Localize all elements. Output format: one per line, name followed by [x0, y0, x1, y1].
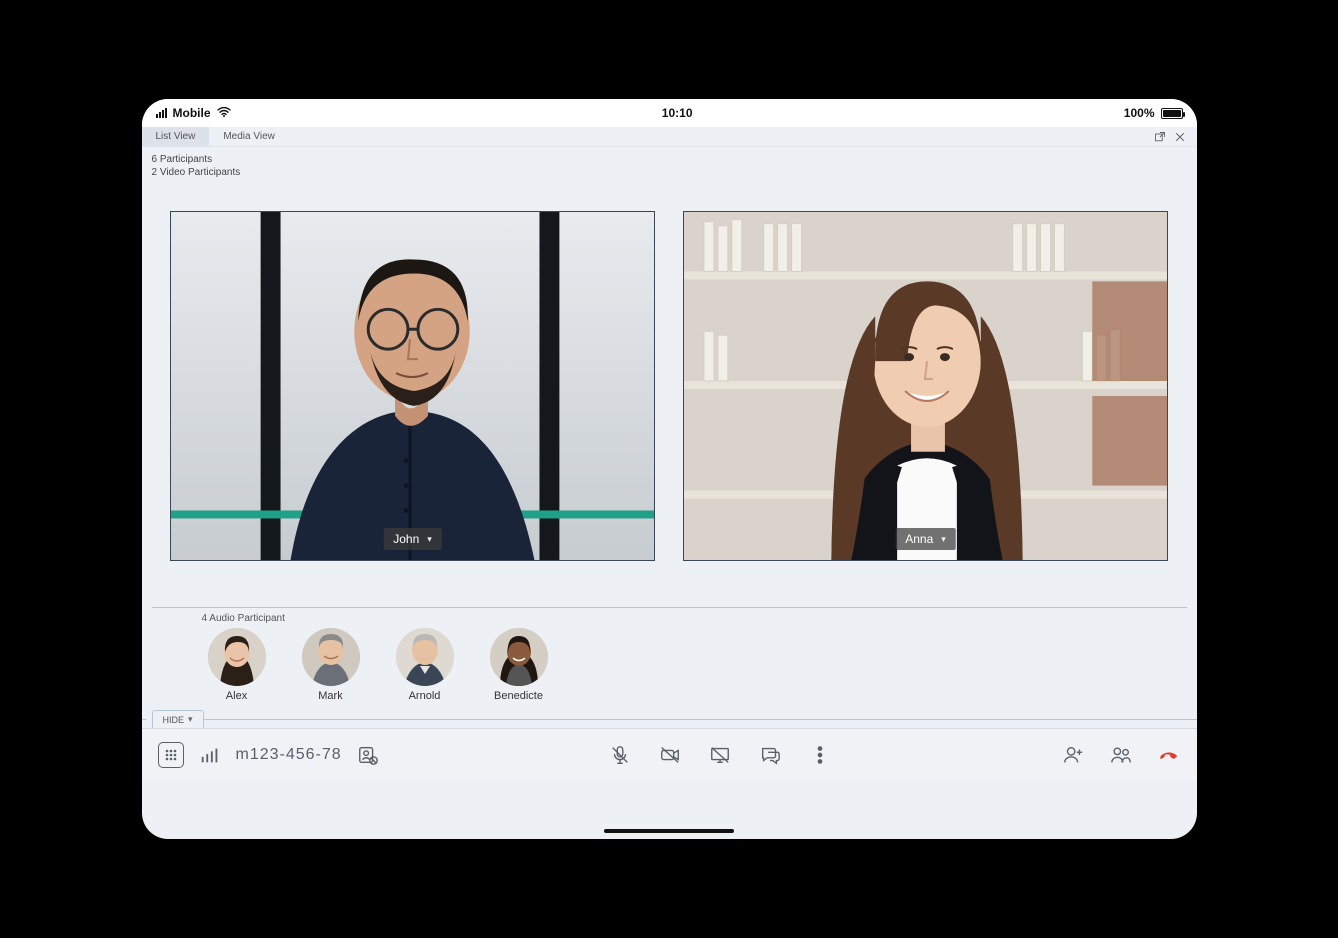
add-participant-icon[interactable]: [1061, 743, 1085, 767]
view-tabs: List View Media View: [142, 127, 1197, 147]
tab-media-view[interactable]: Media View: [209, 127, 289, 146]
audio-participant-alex[interactable]: Alex: [208, 628, 266, 702]
chevron-down-icon: ▾: [941, 534, 946, 545]
audio-participant-name: Arnold: [409, 690, 441, 702]
dialpad-button[interactable]: [158, 742, 184, 768]
hangup-button[interactable]: [1157, 743, 1181, 767]
audio-participant-name: Benedicte: [494, 690, 543, 702]
audio-participant-benedicte[interactable]: Benedicte: [490, 628, 548, 702]
signal-strength-icon: [198, 743, 222, 767]
video-name-label: Anna: [905, 532, 933, 546]
video-name-anna[interactable]: Anna ▾: [895, 528, 956, 550]
battery-percent: 100%: [1124, 106, 1155, 120]
video-name-label: John: [393, 532, 419, 546]
tab-list-view[interactable]: List View: [142, 127, 210, 146]
home-indicator[interactable]: [604, 829, 734, 833]
wifi-icon: [217, 106, 231, 120]
carrier-label: Mobile: [173, 106, 211, 120]
tab-media-view-label: Media View: [223, 131, 275, 142]
avatar: [490, 628, 548, 686]
hide-divider: HIDE ▾: [142, 710, 1197, 728]
dial-number: m123-456-78: [236, 746, 342, 764]
clock: 10:10: [231, 106, 1124, 120]
popout-icon[interactable]: [1153, 130, 1167, 144]
audio-participant-name: Mark: [318, 690, 342, 702]
participants-header: 6 Participants 2 Video Participants: [142, 147, 1197, 183]
hide-toggle-button[interactable]: HIDE ▾: [152, 710, 204, 728]
audio-participant-name: Alex: [226, 690, 247, 702]
audio-participant-mark[interactable]: Mark: [302, 628, 360, 702]
tablet-frame: Mobile 10:10 100% List View Media View: [122, 79, 1217, 859]
participants-icon[interactable]: [1109, 743, 1133, 767]
audio-participants-row: Alex Mark Arnold: [152, 628, 1187, 702]
tab-list-view-label: List View: [156, 131, 196, 142]
mute-mic-icon[interactable]: [608, 743, 632, 767]
screenshare-off-icon[interactable]: [708, 743, 732, 767]
hide-toggle-label: HIDE: [163, 715, 185, 725]
avatar: [396, 628, 454, 686]
chevron-down-icon: ▾: [188, 714, 193, 725]
avatar: [208, 628, 266, 686]
video-tile-anna[interactable]: Anna ▾: [683, 211, 1168, 561]
battery-icon: [1161, 108, 1183, 119]
audio-participants-section: 4 Audio Participant Alex Mark: [152, 607, 1187, 702]
video-participants-count: 2 Video Participants: [152, 166, 1187, 179]
app-screen: Mobile 10:10 100% List View Media View: [142, 99, 1197, 839]
chevron-down-icon: ▾: [427, 534, 432, 545]
contact-card-icon[interactable]: [356, 743, 380, 767]
audio-participant-arnold[interactable]: Arnold: [396, 628, 454, 702]
video-name-john[interactable]: John ▾: [383, 528, 442, 550]
audio-participants-label: 4 Audio Participant: [152, 608, 1187, 628]
signal-icon: [156, 108, 167, 118]
video-tile-john[interactable]: John ▾: [170, 211, 655, 561]
chat-icon[interactable]: [758, 743, 782, 767]
call-toolbar: m123-456-78: [142, 728, 1197, 780]
status-bar: Mobile 10:10 100%: [142, 99, 1197, 127]
participants-count: 6 Participants: [152, 153, 1187, 166]
camera-off-icon[interactable]: [658, 743, 682, 767]
more-options-icon[interactable]: [808, 743, 832, 767]
video-grid: John ▾: [142, 183, 1197, 571]
avatar: [302, 628, 360, 686]
close-icon[interactable]: [1173, 130, 1187, 144]
